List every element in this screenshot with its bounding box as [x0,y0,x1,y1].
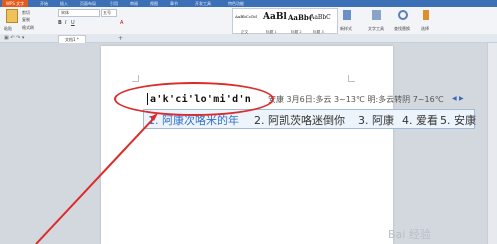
annotation-arrow [35,113,158,244]
watermark: Bai 经验 [388,228,431,241]
